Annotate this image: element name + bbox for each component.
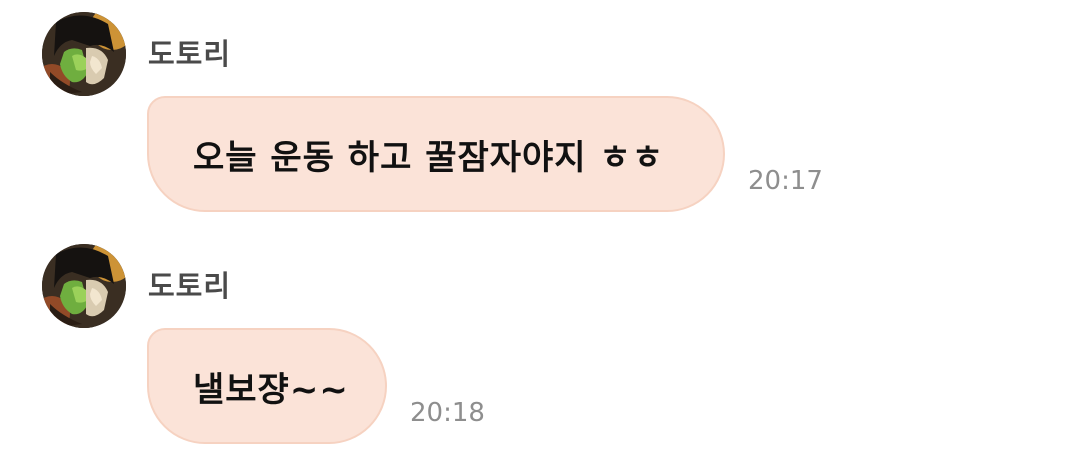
message-text: 낼보쟝~~ [193,369,349,410]
sender-name: 도토리 [148,269,232,303]
message-bubble[interactable]: 낼보쟝~~ [147,328,387,444]
sender-name: 도토리 [148,37,232,71]
profile-photo-icon [42,244,126,328]
sender-avatar[interactable] [42,244,126,328]
profile-photo-icon [42,12,126,96]
sender-avatar[interactable] [42,12,126,96]
message-text: 오늘 운동 하고 꿀잠자야지 ㅎㅎ [193,137,664,178]
message-timestamp: 20:18 [410,398,485,428]
message-timestamp: 20:17 [748,166,823,196]
chat-thread: 도토리 오늘 운동 하고 꿀잠자야지 ㅎㅎ 20:17 도토리 낼보쟝~~ 20… [0,0,1080,449]
message-bubble[interactable]: 오늘 운동 하고 꿀잠자야지 ㅎㅎ [147,96,725,212]
